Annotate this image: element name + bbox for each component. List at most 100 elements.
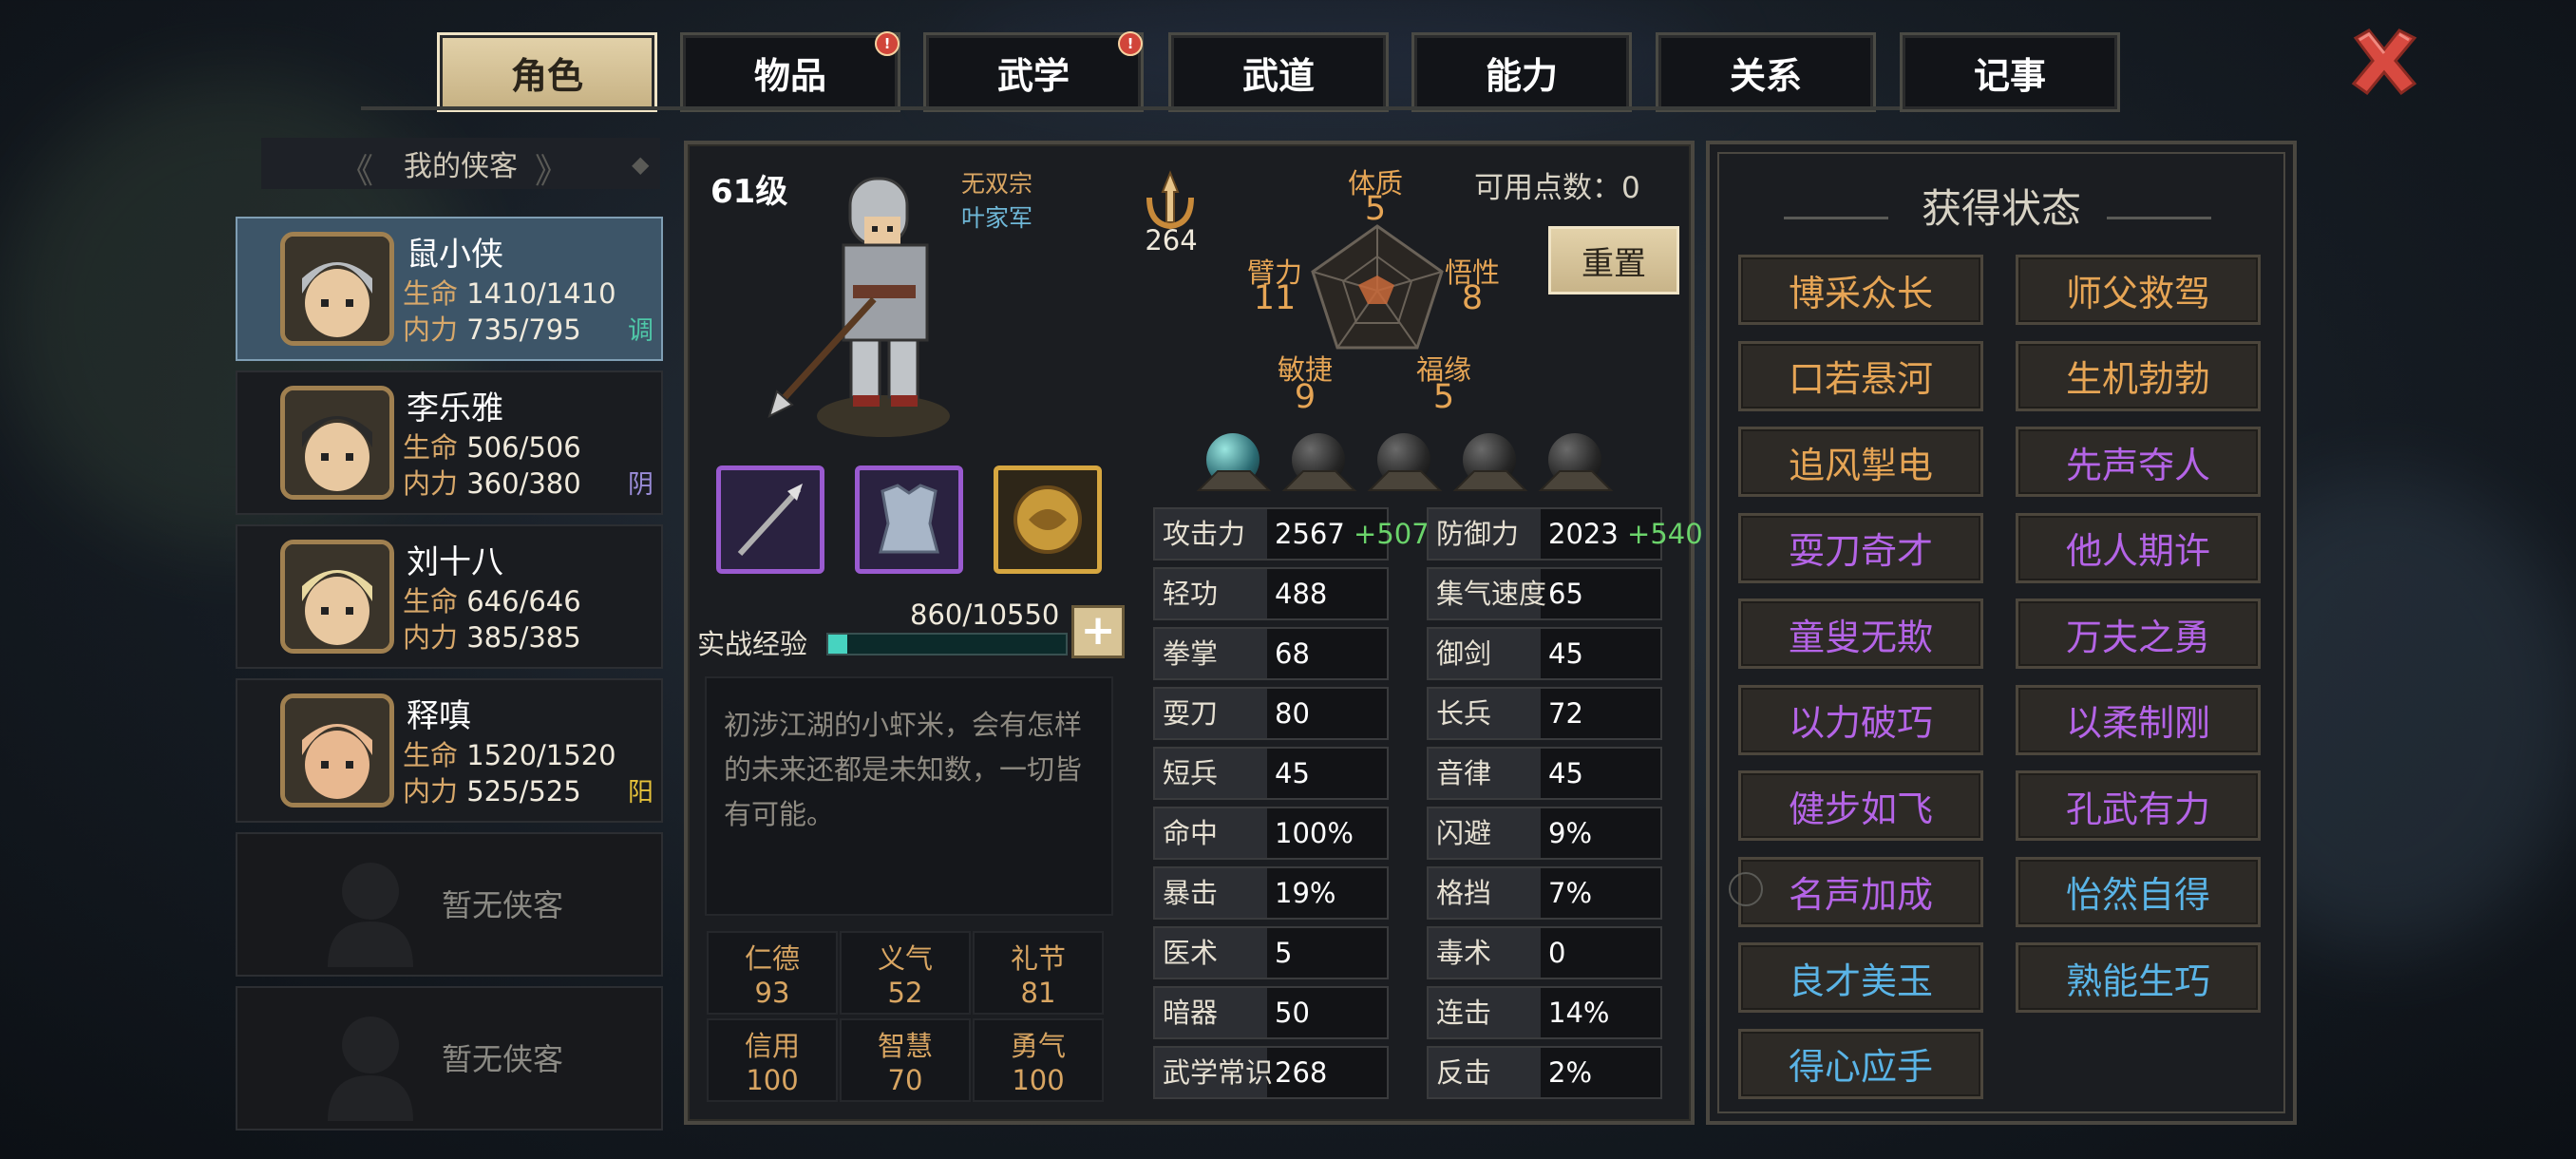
stat-name: 短兵	[1155, 749, 1267, 798]
hero-card[interactable]: 鼠小侠 生命 1410/1410 内力 735/795 调	[236, 217, 663, 361]
hero-name: 鼠小侠	[407, 236, 503, 274]
hero-tag: 阴	[628, 470, 653, 500]
status-buff[interactable]: 孔武有力	[2016, 770, 2261, 841]
virtue-value: 100	[1012, 1064, 1065, 1096]
status-buff[interactable]: 他人期许	[2016, 512, 2261, 583]
empty-hero-slot[interactable]: 暂无侠客	[236, 986, 663, 1130]
chevron-right-icon[interactable]: 》	[535, 143, 569, 193]
stat-row[interactable]: 集气速度 65	[1427, 567, 1662, 620]
accessory-slot-amulet-icon[interactable]	[994, 466, 1102, 574]
hero-card[interactable]: 李乐雅 生命 506/506 内力 360/380 阴	[236, 370, 663, 515]
tab-6[interactable]: 记事	[1900, 32, 2120, 112]
tab-2[interactable]: 武学!	[923, 31, 1144, 112]
status-buff[interactable]: 万夫之勇	[2016, 598, 2261, 669]
tab-1[interactable]: 物品!	[680, 31, 900, 112]
tab-label: 武学	[996, 54, 1070, 97]
stat-name: 毒术	[1429, 928, 1541, 978]
status-buff[interactable]: 追风掣电	[1738, 427, 1983, 497]
status-buff[interactable]: 生机勃勃	[2016, 340, 2261, 411]
status-buff[interactable]: 得心应手	[1738, 1028, 1983, 1099]
stat-value-wrap: 45	[1548, 629, 1583, 678]
character-sprite	[767, 177, 950, 437]
status-buff[interactable]: 怡然自得	[2016, 856, 2261, 927]
exp-value: 860/10550	[910, 598, 1060, 631]
stat-value-wrap: 45	[1275, 749, 1310, 798]
stat-bonus: +507	[1354, 518, 1430, 550]
tab-4[interactable]: 能力	[1411, 32, 1632, 112]
tab-0[interactable]: 角色	[437, 32, 657, 112]
stat-row[interactable]: 耍刀 80	[1153, 687, 1389, 740]
status-buff[interactable]: 师父救驾	[2016, 255, 2261, 325]
stat-row[interactable]: 轻功 488	[1153, 567, 1389, 620]
hero-hp: 生命 1520/1520	[403, 733, 616, 773]
status-buff[interactable]: 健步如飞	[1738, 770, 1983, 841]
stat-value: 7%	[1548, 877, 1593, 909]
stat-name: 暴击	[1155, 868, 1267, 918]
status-buff[interactable]: 名声加成	[1738, 856, 1983, 927]
stat-row[interactable]: 毒术 0	[1427, 926, 1662, 979]
reset-button[interactable]: 重置	[1548, 226, 1679, 294]
stat-row[interactable]: 短兵 45	[1153, 747, 1389, 800]
status-buff[interactable]: 博采众长	[1738, 255, 1983, 325]
empty-hero-slot[interactable]: 暂无侠客	[236, 832, 663, 977]
mp-label: 内力	[403, 775, 459, 808]
hp-value: 1520/1520	[466, 739, 616, 771]
stat-value-wrap: 100%	[1275, 808, 1354, 858]
stat-row[interactable]: 反击 2%	[1427, 1046, 1662, 1099]
stat-row[interactable]: 连击 14%	[1427, 986, 1662, 1039]
stat-row[interactable]: 长兵 72	[1427, 687, 1662, 740]
tab-5[interactable]: 关系	[1656, 32, 1876, 112]
status-buff[interactable]: 熟能生巧	[2016, 942, 2261, 1013]
stat-value-wrap: 68	[1275, 629, 1310, 678]
stat-row[interactable]: 命中 100%	[1153, 807, 1389, 860]
status-buff[interactable]: 以力破巧	[1738, 684, 1983, 755]
stat-value: 2567	[1275, 518, 1345, 550]
attribute-radar-chart	[1311, 224, 1444, 350]
stat-row[interactable]: 防御力 2023 +540	[1427, 507, 1703, 560]
stat-row[interactable]: 御剑 45	[1427, 627, 1662, 680]
attr-fuyuan-value: 5	[1432, 378, 1455, 416]
stat-row[interactable]: 攻击力 2567 +507	[1153, 507, 1430, 560]
close-icon[interactable]	[2346, 23, 2422, 99]
stat-row[interactable]: 暗器 50	[1153, 986, 1389, 1039]
armor-slot-chestplate-icon[interactable]	[855, 466, 963, 574]
virtue-value: 52	[887, 977, 923, 1009]
stat-row[interactable]: 拳掌 68	[1153, 627, 1389, 680]
exp-add-button[interactable]: +	[1071, 605, 1125, 658]
status-buff[interactable]: 童叟无欺	[1738, 598, 1983, 669]
status-buff[interactable]: 耍刀奇才	[1738, 512, 1983, 583]
stat-name: 格挡	[1429, 868, 1541, 918]
stat-row[interactable]: 暴击 19%	[1153, 866, 1389, 920]
hp-value: 1410/1410	[466, 277, 616, 310]
stat-value-wrap: 2%	[1548, 1048, 1592, 1097]
hp-value: 646/646	[466, 585, 581, 618]
status-buff[interactable]: 良才美玉	[1738, 942, 1983, 1013]
stat-value: 268	[1275, 1056, 1328, 1089]
stat-name: 命中	[1155, 808, 1267, 858]
stat-value-wrap: 72	[1548, 689, 1583, 738]
stat-row[interactable]: 武学常识 268	[1153, 1046, 1389, 1099]
chevron-left-icon[interactable]: 《	[339, 143, 373, 193]
virtue-cell: 仁德 93	[707, 931, 838, 1015]
hero-tag: 阳	[628, 778, 653, 808]
status-buff[interactable]: 先声夺人	[2016, 427, 2261, 497]
status-buff[interactable]: 口若悬河	[1738, 340, 1983, 411]
virtue-cell: 信用 100	[707, 1018, 838, 1102]
stat-name: 医术	[1155, 928, 1267, 978]
power-icon	[1146, 170, 1194, 230]
hero-mp: 内力 735/795	[403, 308, 581, 348]
status-buff[interactable]: 以柔制刚	[2016, 684, 2261, 755]
hero-card[interactable]: 刘十八 生命 646/646 内力 385/385	[236, 524, 663, 669]
weapon-slot-spear-icon[interactable]	[716, 466, 824, 574]
hp-label: 生命	[403, 739, 459, 771]
virtue-name: 智慧	[877, 1030, 933, 1062]
stat-value: 80	[1275, 697, 1310, 730]
tab-3[interactable]: 武道	[1168, 32, 1389, 112]
stat-row[interactable]: 格挡 7%	[1427, 866, 1662, 920]
stat-row[interactable]: 音律 45	[1427, 747, 1662, 800]
stat-value-wrap: 2567 +507	[1275, 509, 1430, 559]
stat-row[interactable]: 医术 5	[1153, 926, 1389, 979]
stat-value: 488	[1275, 578, 1328, 610]
stat-row[interactable]: 闪避 9%	[1427, 807, 1662, 860]
hero-card[interactable]: 释嗔 生命 1520/1520 内力 525/525 阳	[236, 678, 663, 823]
